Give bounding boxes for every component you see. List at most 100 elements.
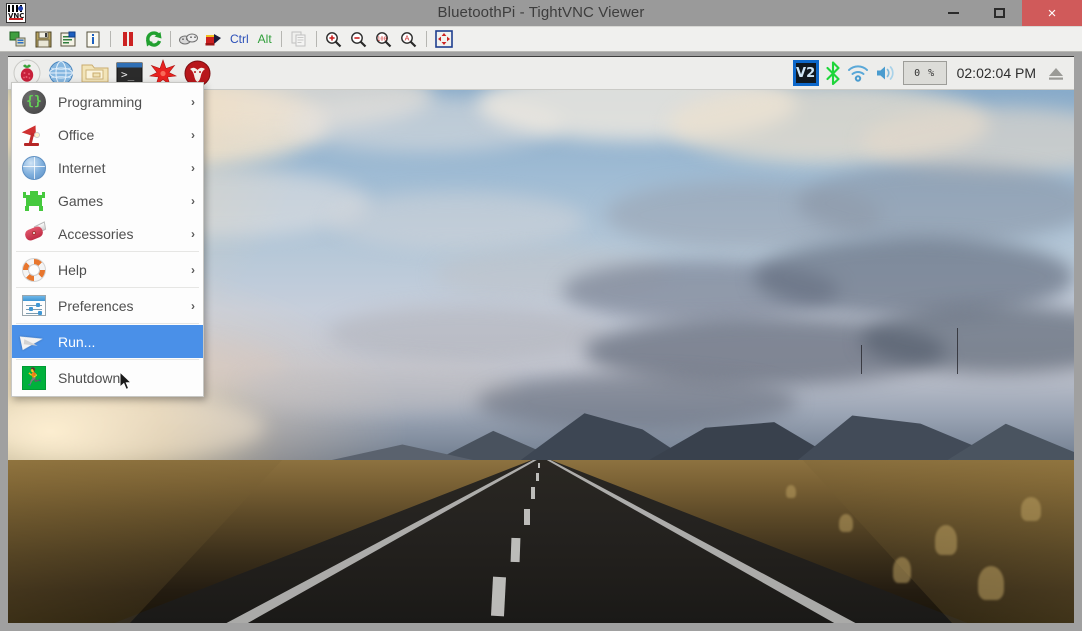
road-dash [510,537,521,563]
menu-item-label: Office [58,126,95,143]
save-connection-icon[interactable] [31,28,55,50]
menu-item-label: Programming [58,93,143,110]
maximize-icon [993,8,1005,18]
menu-item-run[interactable]: Run... [12,325,203,358]
chevron-right-icon: › [191,226,195,241]
toolbar-separator-1 [110,31,111,47]
menu-item-label: Help [58,261,87,278]
svg-text:>_: >_ [121,68,135,81]
grass-tuft [786,485,797,499]
window-title: BluetoothPi - TightVNC Viewer [437,4,645,21]
eject-tray-icon[interactable] [1046,58,1066,88]
close-button[interactable]: × [1022,0,1082,26]
grass-tuft [892,557,911,584]
programming-icon: {} [20,88,48,116]
menu-item-label: Shutdown... [58,369,132,386]
road-dash [537,462,540,468]
zoom-100-icon[interactable]: 100 [372,28,396,50]
transfer-clipboard-icon [287,28,311,50]
games-icon [20,187,48,215]
toolbar-separator-5 [425,31,427,47]
pause-updates-icon[interactable] [116,28,140,50]
grass-tuft [1020,496,1041,521]
svg-text:100: 100 [377,36,387,42]
window-controls: × [930,0,1082,26]
chevron-right-icon: › [191,193,195,208]
menu-item-accessories[interactable]: Accessories › [12,217,203,250]
menu-item-label: Accessories [58,225,134,242]
road-dash [531,487,536,499]
menu-separator [16,359,199,360]
svg-text:A: A [405,34,410,42]
vnc-icon[interactable]: VNC [6,3,26,23]
toolbar-separator-3 [280,31,282,47]
run-icon [19,328,48,356]
grass-tuft [978,566,1005,601]
toolbar-separator-2 [170,31,171,47]
vnc-viewport-frame: >_ V2 0 % 02:02:04 PM {} Programming › O… [0,52,1082,631]
menu-item-shutdown[interactable]: 🏃 Shutdown... [12,361,203,394]
road-dash [523,508,530,526]
zoom-out-icon[interactable] [347,28,371,50]
menu-separator [16,323,199,324]
alt-key-label[interactable]: Alt [254,32,276,46]
menu-item-label: Games [58,192,104,209]
menu-item-preferences[interactable]: Preferences › [12,289,203,322]
grass-tuft [935,524,958,555]
title-bar[interactable]: VNC BluetoothPi - TightVNC Viewer × [0,0,1082,26]
minimize-button[interactable] [930,0,976,26]
new-connection-icon[interactable] [6,28,30,50]
menu-item-programming[interactable]: {} Programming › [12,85,203,118]
raspberry-start-menu[interactable]: {} Programming › Office › Internet › Gam… [11,82,204,397]
send-ctrl-alt-del-icon[interactable] [176,28,200,50]
grass-tuft [839,514,854,533]
road-dash [490,576,506,617]
chevron-right-icon: › [191,262,195,277]
bluetooth-tray-icon[interactable] [825,58,841,88]
accessories-icon [20,220,48,248]
connection-info-icon[interactable] [81,28,105,50]
close-icon: × [1047,4,1057,22]
chevron-right-icon: › [191,298,195,313]
full-screen-icon[interactable] [432,28,456,50]
internet-icon [20,154,48,182]
ctrl-key-label[interactable]: Ctrl [226,32,253,46]
tightvnc-viewer-window: VNC BluetoothPi - TightVNC Viewer × Ctrl… [0,0,1082,631]
menu-item-label: Run... [58,333,96,350]
maximize-button[interactable] [976,0,1022,26]
minimize-icon [947,12,959,14]
cpu-usage-badge[interactable]: 0 % [902,61,947,85]
vnc-icon-underline [9,18,23,20]
menu-item-office[interactable]: Office › [12,118,203,151]
vnc-tray-label: V2 [795,63,816,83]
zoom-auto-icon[interactable]: A [397,28,421,50]
connection-options-icon[interactable] [56,28,80,50]
volume-tray-icon[interactable] [875,58,897,88]
zoom-in-icon[interactable] [322,28,346,50]
office-icon [20,121,48,149]
remote-desktop[interactable]: >_ V2 0 % 02:02:04 PM {} Programming › O… [8,56,1074,623]
shutdown-icon: 🏃 [20,364,48,392]
road-dash [535,472,539,481]
system-tray: V2 0 % 02:02:04 PM [792,56,1074,90]
vnc-server-tray-icon[interactable]: V2 [792,58,819,88]
refresh-screen-icon[interactable] [141,28,165,50]
menu-item-internet[interactable]: Internet › [12,151,203,184]
menu-separator [16,251,199,252]
menu-item-help[interactable]: Help › [12,253,203,286]
wifi-tray-icon[interactable] [847,58,869,88]
utility-pole [860,345,862,374]
send-key-icon[interactable] [201,28,225,50]
chevron-right-icon: › [191,127,195,142]
toolbar-separator-4 [315,31,317,47]
menu-item-label: Preferences [58,297,134,314]
chevron-right-icon: › [191,94,195,109]
preferences-icon [20,292,48,320]
clock[interactable]: 02:02:04 PM [953,65,1040,81]
menu-item-games[interactable]: Games › [12,184,203,217]
help-icon [20,256,48,284]
utility-pole [956,328,958,374]
mountain [946,423,1074,461]
menu-separator [16,287,199,288]
vnc-icon-dot [18,6,23,11]
